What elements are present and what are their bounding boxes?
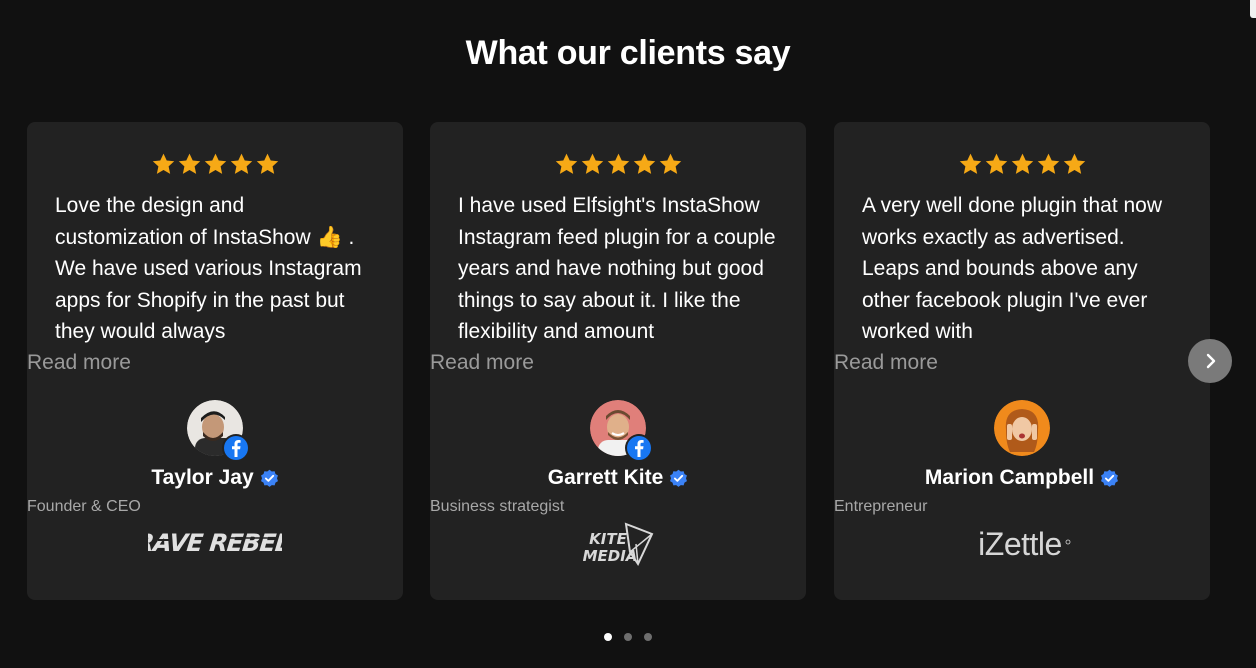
star-icon bbox=[607, 153, 629, 174]
reviewer-role: Founder & CEO bbox=[27, 498, 141, 515]
star-icon bbox=[256, 153, 278, 174]
star-icon bbox=[581, 153, 603, 174]
testimonial-content: Love the design and customization of Ins… bbox=[27, 0, 403, 668]
reviewer-avatar bbox=[187, 400, 250, 462]
star-icon bbox=[204, 153, 226, 174]
logo-wordmark: iZettle bbox=[978, 526, 1062, 562]
star-icon bbox=[633, 153, 655, 174]
verified-icon bbox=[1101, 469, 1119, 487]
next-slide-button[interactable] bbox=[1188, 339, 1232, 383]
read-more-link[interactable]: Read more bbox=[27, 348, 403, 378]
reviewer-role: Entrepreneur bbox=[834, 498, 928, 515]
star-icon bbox=[1037, 153, 1059, 174]
pagination-dot[interactable] bbox=[604, 633, 612, 641]
facebook-icon bbox=[625, 434, 653, 462]
reviewer-name-row: Marion Campbell bbox=[834, 464, 1210, 492]
star-icon bbox=[152, 153, 174, 174]
testimonial-content: A very well done plugin that now works e… bbox=[834, 0, 1210, 668]
chevron-right-icon bbox=[1206, 353, 1216, 369]
star-icon bbox=[659, 153, 681, 174]
reviewer-avatar bbox=[994, 400, 1050, 456]
star-icon bbox=[230, 153, 252, 174]
review-text: Love the design and customization of Ins… bbox=[55, 194, 362, 343]
star-icon bbox=[555, 153, 577, 174]
avatar bbox=[994, 400, 1050, 456]
star-icon bbox=[1011, 153, 1033, 174]
read-more-link[interactable]: Read more bbox=[430, 348, 806, 378]
review-text: I have used Elfsight's InstaShow Instagr… bbox=[458, 194, 776, 343]
reviewer-name: Taylor Jay bbox=[151, 466, 254, 489]
rating-stars bbox=[834, 152, 1210, 177]
reviewer-name-row: Taylor Jay bbox=[27, 464, 403, 492]
testimonial-content: I have used Elfsight's InstaShow Instagr… bbox=[430, 0, 806, 668]
verified-icon bbox=[670, 469, 688, 487]
logo-wordmark: RAVE REBEL bbox=[148, 529, 282, 557]
reviewer-role: Business strategist bbox=[430, 498, 565, 515]
star-icon bbox=[178, 153, 200, 174]
reviewer-avatar bbox=[590, 400, 653, 462]
rating-stars bbox=[430, 152, 806, 177]
reviewer-name: Marion Campbell bbox=[924, 466, 1095, 489]
reviewer-name: Garrett Kite bbox=[547, 466, 664, 489]
verified-icon bbox=[260, 469, 278, 487]
facebook-icon bbox=[222, 434, 250, 462]
logo-wordmark-line1: KITE bbox=[589, 530, 627, 548]
read-more-link[interactable]: Read more bbox=[834, 348, 1210, 378]
star-icon bbox=[1063, 153, 1085, 174]
star-icon bbox=[985, 153, 1007, 174]
scrollbar[interactable] bbox=[1250, 0, 1256, 18]
pagination-dot[interactable] bbox=[624, 633, 632, 641]
logo-wordmark-line2: MEDIA bbox=[583, 547, 638, 565]
carousel-pagination bbox=[0, 633, 1256, 641]
company-logo: KITE MEDIA bbox=[583, 522, 654, 567]
reviewer-name-row: Garrett Kite bbox=[430, 464, 806, 492]
star-icon bbox=[959, 153, 981, 174]
company-logo: iZettle bbox=[978, 526, 1071, 562]
rating-stars bbox=[27, 152, 403, 177]
pagination-dot[interactable] bbox=[644, 633, 652, 641]
review-text: A very well done plugin that now works e… bbox=[862, 194, 1163, 343]
company-logo: RAVE REBEL bbox=[148, 529, 282, 557]
